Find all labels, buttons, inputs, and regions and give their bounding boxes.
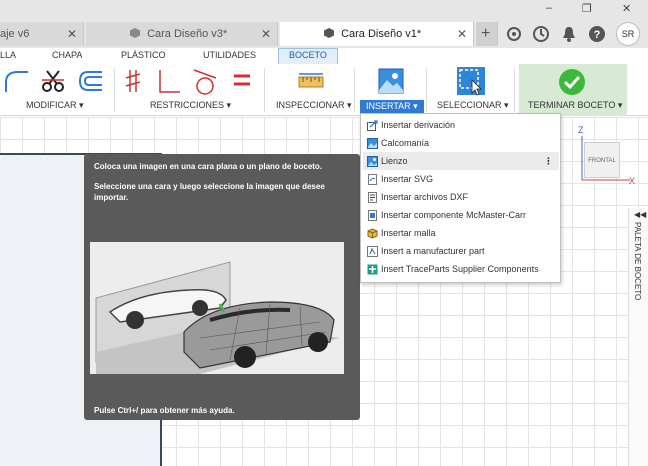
trim-scissors-icon[interactable] — [40, 68, 66, 94]
seleccionar-menu[interactable]: SELECCIONAR ▾ — [437, 100, 509, 111]
document-icon — [130, 28, 140, 38]
document-icon — [324, 28, 334, 38]
new-tab-button[interactable]: + — [476, 22, 498, 46]
user-avatar[interactable]: SR — [616, 22, 640, 46]
menu-item-traceparts[interactable]: Insert TraceParts Supplier Components — [363, 260, 559, 278]
modificar-menu[interactable]: MODIFICAR ▾ — [26, 100, 84, 111]
perpendicular-constraint-icon[interactable] — [156, 68, 182, 94]
insert-canvas-tooltip: Coloca una imagen en una cara plana o un… — [84, 154, 360, 420]
menu-item-label: Lienzo — [381, 156, 408, 166]
derive-icon — [367, 120, 378, 131]
tooltip-help-hint: Pulse Ctrl+/ para obtener más ayuda. — [94, 406, 235, 415]
manufacturer-part-icon — [367, 246, 378, 257]
fillet-icon[interactable] — [4, 68, 30, 94]
axis-x-label: X — [629, 176, 636, 186]
tab-label: Cara Diseño v3* — [147, 28, 228, 40]
extensions-icon[interactable] — [505, 25, 523, 43]
menu-item-label: Calcomanía — [381, 138, 430, 148]
expand-palette-icon[interactable]: ◀◀ — [634, 210, 646, 219]
svg-file-icon — [368, 174, 377, 185]
sketch-palette[interactable]: ◀◀ PALETA DE BOCETO — [628, 208, 648, 466]
equal-constraint-icon[interactable] — [232, 70, 252, 92]
tooltip-instructions: Seleccione una cara y luego seleccione l… — [94, 182, 325, 202]
toolbar-separator — [426, 68, 427, 112]
menu-item-label: Insertar SVG — [381, 174, 434, 184]
coincident-constraint-icon[interactable] — [124, 68, 148, 94]
menu-item-label: Insert a manufacturer part — [381, 246, 485, 256]
ribbon-tab-chapa[interactable]: CHAPA — [52, 50, 82, 60]
close-tab-icon[interactable]: ✕ — [67, 22, 77, 46]
close-tab-icon[interactable]: ✕ — [261, 22, 271, 46]
restore-button[interactable]: ❐ — [582, 2, 592, 15]
tooltip-canvas-car-image — [90, 242, 344, 374]
tab-label: Cara Diseño v1* — [341, 28, 422, 40]
menu-item-manufacturer-part[interactable]: Insert a manufacturer part — [363, 242, 559, 260]
menu-item-label: Insertar archivos DXF — [381, 192, 469, 202]
ribbon-tab-boceto[interactable]: BOCETO — [278, 48, 338, 64]
insertar-menu[interactable]: INSERTAR ▾ — [360, 100, 424, 113]
offset-icon[interactable] — [76, 68, 104, 94]
decal-icon — [367, 138, 378, 149]
ribbon-tab-prev[interactable]: LLA — [0, 50, 16, 60]
menu-item-label: Insertar malla — [381, 228, 436, 238]
insert-image-icon[interactable] — [378, 68, 404, 94]
menu-item-mcmaster-carr[interactable]: Insertar componente McMaster-Carr — [363, 206, 559, 224]
title-bar: – ❐ ✕ aje v6 ✕ Cara Diseño v3* ✕ Cara Di… — [0, 0, 648, 48]
menu-item-label: Insertar derivación — [381, 120, 456, 130]
mesh-icon — [367, 228, 378, 239]
toolbar-separator — [354, 68, 355, 112]
menu-item-label: Insert TraceParts Supplier Components — [381, 264, 539, 274]
traceparts-icon — [367, 264, 378, 275]
menu-item-insertar-dxf[interactable]: Insertar archivos DXF — [363, 188, 559, 206]
inspeccionar-menu[interactable]: INSPECCIONAR ▾ — [276, 100, 352, 111]
menu-item-insertar-malla[interactable]: Insertar malla — [363, 224, 559, 242]
measure-ruler-icon[interactable] — [298, 72, 324, 90]
ribbon-tab-plastico[interactable]: PLÁSTICO — [121, 50, 166, 60]
tooltip-description: Coloca una imagen en una cara plana o un… — [94, 162, 323, 171]
close-tab-icon[interactable]: ✕ — [457, 22, 467, 46]
palette-label: PALETA DE BOCETO — [633, 222, 642, 301]
mcmaster-component-icon — [368, 210, 377, 221]
dxf-file-icon — [368, 192, 377, 203]
viewcube-face[interactable]: FRONTAL — [584, 142, 620, 178]
ribbon-tabs: LLA CHAPA PLÁSTICO UTILIDADES BOCETO — [0, 48, 648, 64]
svg-text:?: ? — [594, 29, 601, 41]
axis-z-label: Z — [578, 125, 584, 135]
tab-doc-2[interactable]: Cara Diseño v3* ✕ — [86, 22, 278, 46]
menu-item-insertar-derivacion[interactable]: Insertar derivación — [363, 116, 559, 134]
tangent-constraint-icon[interactable] — [192, 68, 218, 96]
insertar-dropdown: Insertar derivación Calcomanía Lienzo ⋮ … — [360, 113, 561, 283]
toolbar-separator — [114, 68, 115, 112]
tab-doc-3[interactable]: Cara Diseño v1* ✕ — [280, 22, 474, 46]
close-window-button[interactable]: ✕ — [622, 2, 631, 15]
minimize-button[interactable]: – — [546, 2, 552, 14]
menu-item-lienzo[interactable]: Lienzo ⋮ — [363, 152, 559, 170]
menu-item-label: Insertar componente McMaster-Carr — [381, 210, 527, 220]
more-options-icon[interactable]: ⋮ — [544, 152, 553, 170]
tab-doc-1[interactable]: aje v6 ✕ — [0, 22, 84, 46]
select-icon[interactable] — [456, 66, 486, 96]
tab-label: aje v6 — [0, 28, 30, 40]
help-icon[interactable]: ? — [588, 25, 606, 43]
job-status-icon[interactable] — [532, 25, 550, 43]
canvas-icon — [367, 156, 378, 167]
notifications-bell-icon[interactable] — [560, 25, 578, 43]
toolbar: MODIFICAR ▾ RESTRICCIONES ▾ INSPECCIONAR… — [0, 64, 648, 116]
toolbar-separator — [264, 68, 265, 112]
menu-item-calcomania[interactable]: Calcomanía — [363, 134, 559, 152]
toolbar-separator — [514, 68, 515, 112]
menu-item-insertar-svg[interactable]: Insertar SVG — [363, 170, 559, 188]
restricciones-menu[interactable]: RESTRICCIONES ▾ — [150, 100, 231, 111]
finish-sketch-checkmark-icon[interactable] — [558, 68, 586, 96]
ribbon-tab-utilidades[interactable]: UTILIDADES — [203, 50, 256, 60]
terminar-boceto-menu[interactable]: TERMINAR BOCETO ▾ — [528, 100, 622, 111]
